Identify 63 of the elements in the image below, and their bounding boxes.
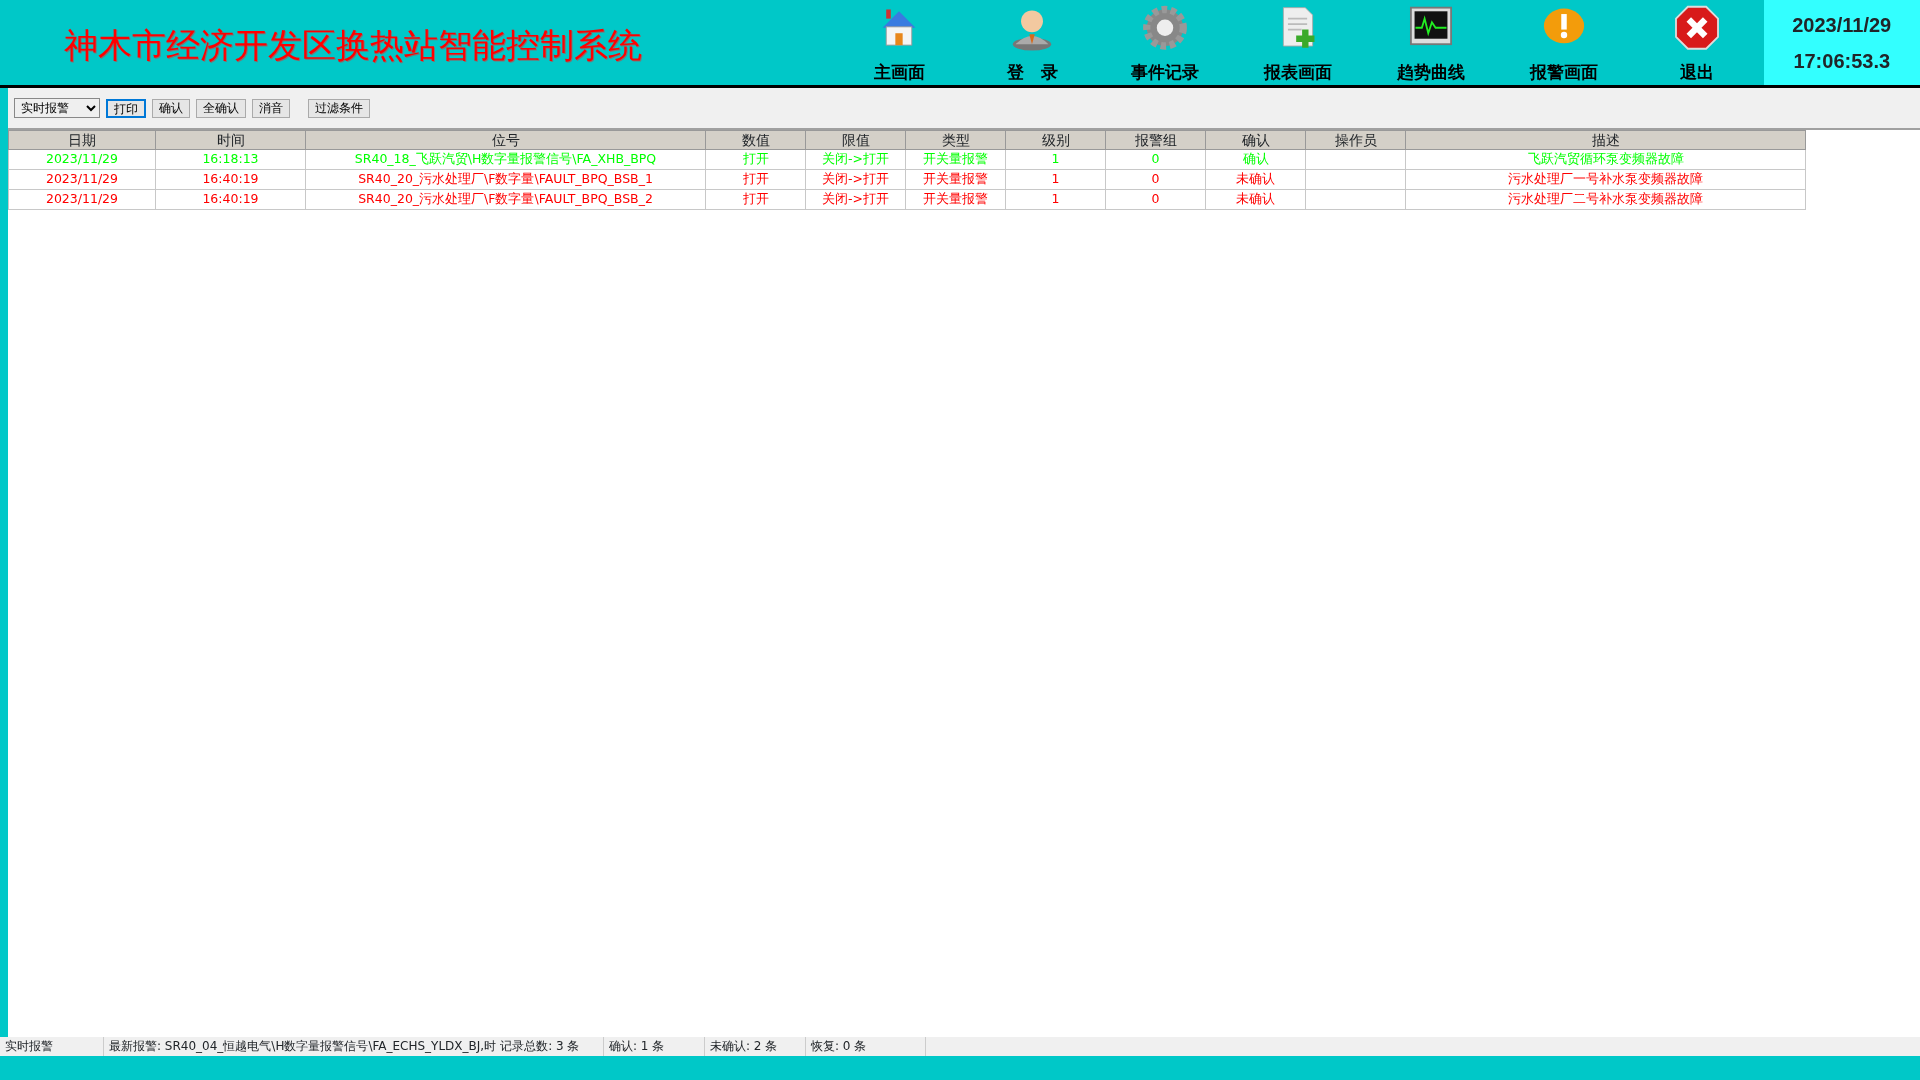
table-cell: 关闭->打开 bbox=[805, 149, 906, 170]
column-header[interactable]: 时间 bbox=[155, 130, 306, 150]
time-text: 17:06:53.3 bbox=[1793, 48, 1891, 74]
mode-dropdown[interactable]: 实时报警 bbox=[14, 98, 100, 118]
table-cell: SR40_20_污水处理厂\F数字量\FAULT_BPQ_BSB_2 bbox=[305, 189, 706, 210]
table-cell: 1 bbox=[1005, 149, 1106, 170]
toolbar-button[interactable]: 过滤条件 bbox=[308, 98, 370, 118]
toolbar-button[interactable]: 确认 bbox=[152, 98, 190, 118]
column-header[interactable]: 确认 bbox=[1205, 130, 1306, 150]
toolbar-button[interactable]: 全确认 bbox=[196, 98, 246, 118]
table-cell: 2023/11/29 bbox=[8, 169, 156, 190]
table-cell: 0 bbox=[1105, 149, 1206, 170]
toolbar-button[interactable]: 打印 bbox=[106, 98, 146, 118]
status-mode: 实时报警 bbox=[0, 1037, 104, 1056]
confirmed-count: 确认: 1 条 bbox=[604, 1037, 705, 1056]
table-cell: 1 bbox=[1005, 169, 1106, 190]
table-cell: 开关量报警 bbox=[905, 149, 1006, 170]
table-cell: 0 bbox=[1105, 169, 1206, 190]
column-header[interactable]: 报警组 bbox=[1105, 130, 1206, 150]
column-header[interactable]: 位号 bbox=[305, 130, 706, 150]
table-cell: 16:18:13 bbox=[155, 149, 306, 170]
column-header[interactable]: 级别 bbox=[1005, 130, 1106, 150]
table-cell: 未确认 bbox=[1205, 169, 1306, 190]
table-cell: 2023/11/29 bbox=[8, 149, 156, 170]
table-cell: 污水处理厂二号补水泵变频器故障 bbox=[1405, 189, 1806, 210]
table-cell: 关闭->打开 bbox=[805, 169, 906, 190]
table-cell: 污水处理厂一号补水泵变频器故障 bbox=[1405, 169, 1806, 190]
table-cell: SR40_18_飞跃汽贸\H数字量报警信号\FA_XHB_BPQ bbox=[305, 149, 706, 170]
table-cell: 未确认 bbox=[1205, 189, 1306, 210]
table-cell: 打开 bbox=[705, 169, 806, 190]
nav-button[interactable]: 报表画面 bbox=[1231, 0, 1365, 85]
table-cell: 飞跃汽贸循环泵变频器故障 bbox=[1405, 149, 1806, 170]
column-header[interactable]: 操作员 bbox=[1305, 130, 1406, 150]
app-title: 神木市经济开发区换热站智能控制系统 bbox=[63, 24, 643, 67]
table-cell: 关闭->打开 bbox=[805, 189, 906, 210]
date-text: 2023/11/29 bbox=[1792, 12, 1892, 38]
nav-button[interactable]: 退出 bbox=[1630, 0, 1764, 85]
table-cell: 开关量报警 bbox=[905, 189, 1006, 210]
column-header[interactable]: 限值 bbox=[805, 130, 906, 150]
table-cell: 2023/11/29 bbox=[8, 189, 156, 210]
nav-button[interactable]: 趋势曲线 bbox=[1364, 0, 1498, 85]
table-cell: 打开 bbox=[705, 149, 806, 170]
column-header[interactable]: 类型 bbox=[905, 130, 1006, 150]
nav-button[interactable]: 事件记录 bbox=[1098, 0, 1232, 85]
column-header[interactable]: 描述 bbox=[1405, 130, 1806, 150]
table-cell: SR40_20_污水处理厂\F数字量\FAULT_BPQ_BSB_1 bbox=[305, 169, 706, 190]
unconfirmed-count: 未确认: 2 条 bbox=[705, 1037, 806, 1056]
table-cell: 开关量报警 bbox=[905, 169, 1006, 190]
table-cell: 1 bbox=[1005, 189, 1106, 210]
table-cell: 0 bbox=[1105, 189, 1206, 210]
nav-button[interactable]: 登 录 bbox=[965, 0, 1099, 85]
latest-alarm-text: 最新报警: SR40_04_恒越电气\H数字量报警信号\FA_ECHS_YLDX_BJ,时 bbox=[109, 1038, 497, 1055]
nav-button[interactable]: 报警画面 bbox=[1497, 0, 1631, 85]
recovered-count: 恢复: 0 条 bbox=[806, 1037, 926, 1056]
record-count: 记录总数: 3 条 bbox=[500, 1038, 580, 1055]
table-cell: 打开 bbox=[705, 189, 806, 210]
table-cell: 16:40:19 bbox=[155, 169, 306, 190]
toolbar-button[interactable]: 消音 bbox=[252, 98, 290, 118]
column-header[interactable]: 数值 bbox=[705, 130, 806, 150]
nav-button[interactable]: 主画面 bbox=[832, 0, 966, 85]
table-cell: 确认 bbox=[1205, 149, 1306, 170]
table-cell: 16:40:19 bbox=[155, 189, 306, 210]
column-header[interactable]: 日期 bbox=[8, 130, 156, 150]
